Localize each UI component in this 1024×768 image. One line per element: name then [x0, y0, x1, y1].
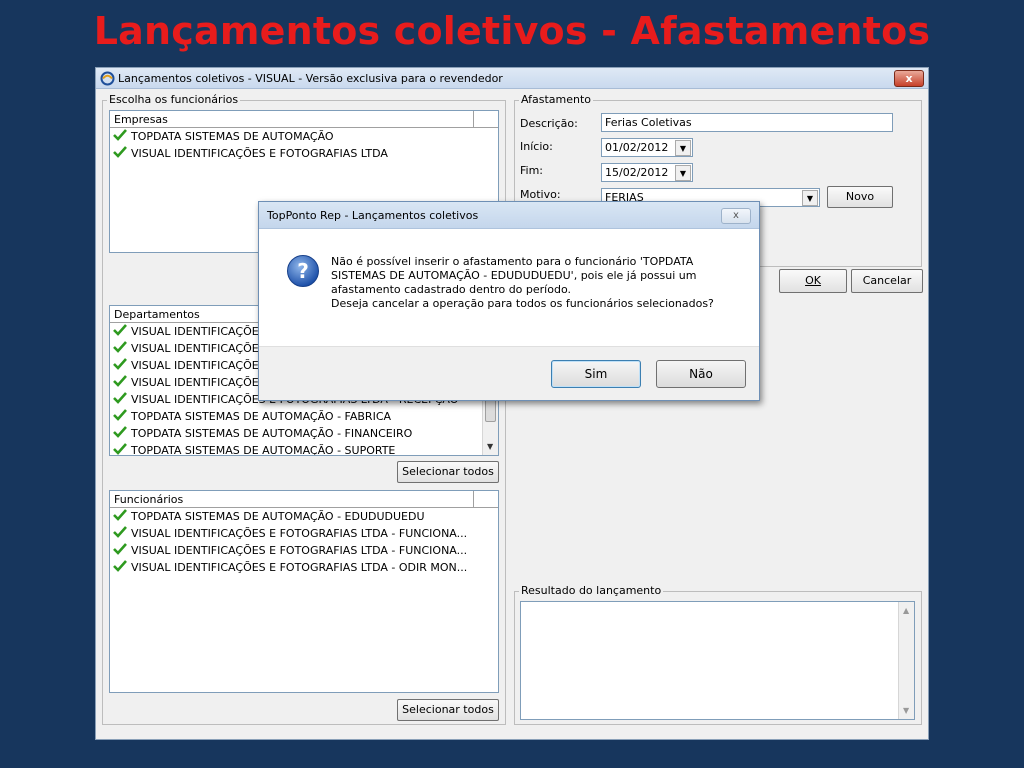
companies-header[interactable]: Empresas: [110, 111, 498, 128]
result-scrollbar[interactable]: ▲ ▼: [898, 602, 914, 719]
employees-listbox[interactable]: Funcionários TOPDATA SISTEMAS DE AUTOMAÇ…: [109, 490, 499, 693]
list-item[interactable]: TOPDATA SISTEMAS DE AUTOMAÇÃO: [110, 128, 498, 145]
dialog-message-line: afastamento cadastrado dentro do período…: [331, 283, 571, 296]
svg-text:?: ?: [297, 259, 309, 283]
list-item-label: TOPDATA SISTEMAS DE AUTOMAÇÃO - FABRICA: [131, 410, 392, 423]
dialog-message-line: SISTEMAS DE AUTOMAÇÃO - EDUDUDUEDU', poi…: [331, 269, 697, 282]
start-date-label: Início:: [520, 140, 553, 153]
chevron-down-icon[interactable]: ▼: [802, 190, 818, 206]
list-item[interactable]: TOPDATA SISTEMAS DE AUTOMAÇÃO - FABRICA: [110, 408, 498, 425]
ok-button-label: OK: [805, 274, 821, 287]
check-icon[interactable]: [113, 426, 127, 438]
window-close-button[interactable]: x: [894, 70, 924, 87]
check-icon[interactable]: [113, 409, 127, 421]
check-icon[interactable]: [113, 443, 127, 455]
employees-group-legend: Escolha os funcionários: [107, 93, 241, 106]
departments-header-label: Departamentos: [114, 308, 200, 321]
list-item-label: VISUAL IDENTIFICAÇÕES E FOTOGRAFIAS LTDA…: [131, 527, 468, 540]
list-item[interactable]: TOPDATA SISTEMAS DE AUTOMAÇÃO - EDUDUDUE…: [110, 508, 498, 525]
cancel-button[interactable]: Cancelar: [851, 269, 923, 293]
check-icon[interactable]: [113, 392, 127, 404]
end-date-field[interactable]: 15/02/2012 ▼: [601, 163, 693, 182]
app-logo-icon: [100, 71, 115, 86]
reason-label: Motivo:: [520, 188, 561, 201]
description-field[interactable]: Ferias Coletivas: [601, 113, 893, 132]
main-window: Lançamentos coletivos - VISUAL - Versão …: [95, 67, 929, 740]
list-item-label: TOPDATA SISTEMAS DE AUTOMAÇÃO - EDUDUDUE…: [131, 510, 425, 523]
dialog-message: Não é possível inserir o afastamento par…: [331, 255, 751, 311]
question-icon: ?: [287, 255, 319, 287]
confirm-dialog: TopPonto Rep - Lançamentos coletivos x ?…: [258, 201, 760, 401]
list-item-label: VISUAL IDENTIFICAÇÕE: [131, 325, 259, 338]
result-textarea[interactable]: ▲ ▼: [520, 601, 915, 720]
ok-button[interactable]: OK: [779, 269, 847, 293]
employees-header-label: Funcionários: [114, 493, 184, 506]
check-icon[interactable]: [113, 341, 127, 353]
check-icon[interactable]: [113, 375, 127, 387]
list-item-label: TOPDATA SISTEMAS DE AUTOMAÇÃO: [131, 130, 334, 143]
list-item[interactable]: VISUAL IDENTIFICAÇÕES E FOTOGRAFIAS LTDA…: [110, 559, 498, 576]
list-item[interactable]: VISUAL IDENTIFICAÇÕES E FOTOGRAFIAS LTDA: [110, 145, 498, 162]
yes-button[interactable]: Sim: [551, 360, 641, 388]
no-button[interactable]: Não: [656, 360, 746, 388]
start-date-field[interactable]: 01/02/2012 ▼: [601, 138, 693, 157]
list-item[interactable]: VISUAL IDENTIFICAÇÕES E FOTOGRAFIAS LTDA…: [110, 542, 498, 559]
check-icon[interactable]: [113, 526, 127, 538]
dialog-footer: Sim Não: [259, 346, 759, 400]
scrollbar-thumb[interactable]: [485, 398, 496, 422]
list-item-label: TOPDATA SISTEMAS DE AUTOMAÇÃO - FINANCEI…: [131, 427, 413, 440]
check-icon[interactable]: [113, 358, 127, 370]
select-all-departments-button[interactable]: Selecionar todos: [397, 461, 499, 483]
window-title: Lançamentos coletivos - VISUAL - Versão …: [118, 72, 503, 85]
dialog-close-button[interactable]: x: [721, 208, 751, 224]
result-group-legend: Resultado do lançamento: [519, 584, 664, 597]
new-reason-button[interactable]: Novo: [827, 186, 893, 208]
employees-header[interactable]: Funcionários: [110, 491, 498, 508]
list-item-label: VISUAL IDENTIFICAÇÕES E FOTOGRAFIAS LTDA…: [131, 561, 468, 574]
dialog-message-line: Deseja cancelar a operação para todos os…: [331, 297, 714, 310]
scroll-up-icon[interactable]: ▲: [903, 606, 909, 615]
check-icon[interactable]: [113, 509, 127, 521]
scroll-down-icon[interactable]: ▼: [903, 706, 909, 715]
calendar-dropdown-icon[interactable]: ▼: [675, 140, 691, 156]
check-icon[interactable]: [113, 324, 127, 336]
calendar-dropdown-icon[interactable]: ▼: [675, 165, 691, 181]
description-label: Descrição:: [520, 117, 578, 130]
check-icon[interactable]: [113, 543, 127, 555]
list-item-label: VISUAL IDENTIFICAÇÕES E FOTOGRAFIAS LTDA: [131, 147, 388, 160]
dialog-message-line: Não é possível inserir o afastamento par…: [331, 255, 694, 268]
start-date-value: 01/02/2012: [605, 141, 669, 154]
list-item-label: VISUAL IDENTIFICAÇÕE: [131, 376, 259, 389]
end-date-value: 15/02/2012: [605, 166, 669, 179]
end-date-label: Fim:: [520, 164, 544, 177]
absence-group-legend: Afastamento: [519, 93, 594, 106]
list-item-label: VISUAL IDENTIFICAÇÕES E FOTOGRAFIAS LTDA…: [131, 544, 468, 557]
check-icon[interactable]: [113, 560, 127, 572]
check-icon[interactable]: [113, 129, 127, 141]
list-item-label: TOPDATA SISTEMAS DE AUTOMAÇÃO - SUPORTE: [131, 444, 396, 456]
list-item[interactable]: TOPDATA SISTEMAS DE AUTOMAÇÃO - SUPORTE: [110, 442, 498, 456]
dialog-titlebar[interactable]: TopPonto Rep - Lançamentos coletivos x: [259, 202, 759, 229]
cancel-button-label: Cancelar: [862, 274, 912, 287]
list-item[interactable]: VISUAL IDENTIFICAÇÕES E FOTOGRAFIAS LTDA…: [110, 525, 498, 542]
window-titlebar[interactable]: Lançamentos coletivos - VISUAL - Versão …: [96, 68, 928, 89]
list-item[interactable]: TOPDATA SISTEMAS DE AUTOMAÇÃO - FINANCEI…: [110, 425, 498, 442]
slide-title: Lançamentos coletivos - Afastamentos: [93, 9, 931, 53]
companies-header-label: Empresas: [114, 113, 168, 126]
check-icon[interactable]: [113, 146, 127, 158]
list-item-label: VISUAL IDENTIFICAÇÕE: [131, 359, 259, 372]
dialog-title: TopPonto Rep - Lançamentos coletivos: [267, 209, 479, 222]
select-all-employees-button[interactable]: Selecionar todos: [397, 699, 499, 721]
scroll-down-icon[interactable]: ▼: [487, 442, 493, 451]
list-item-label: VISUAL IDENTIFICAÇÕE: [131, 342, 259, 355]
